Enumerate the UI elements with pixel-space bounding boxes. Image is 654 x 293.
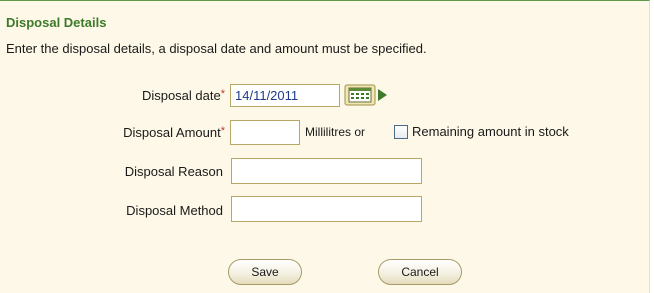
disposal-amount-input[interactable] bbox=[230, 120, 300, 145]
save-button[interactable]: Save bbox=[228, 259, 302, 285]
section-title: Disposal Details bbox=[6, 15, 107, 30]
disposal-amount-label-text: Disposal Amount bbox=[123, 125, 221, 140]
calendar-icon[interactable] bbox=[344, 84, 388, 106]
disposal-method-input[interactable] bbox=[231, 196, 422, 222]
disposal-reason-label: Disposal Reason bbox=[124, 164, 223, 179]
remaining-amount-checkbox[interactable] bbox=[394, 125, 408, 139]
required-marker: * bbox=[220, 88, 225, 100]
remaining-amount-label[interactable]: Remaining amount in stock bbox=[412, 124, 569, 139]
disposal-date-input[interactable] bbox=[230, 84, 340, 107]
cancel-button[interactable]: Cancel bbox=[378, 259, 462, 285]
unit-label: Millilitres or bbox=[305, 125, 365, 139]
disposal-amount-label: Disposal Amount* bbox=[5, 125, 225, 140]
disposal-reason-input[interactable] bbox=[231, 158, 422, 184]
required-marker: * bbox=[220, 125, 225, 137]
disposal-date-label-text: Disposal date bbox=[141, 88, 221, 103]
section-instructions: Enter the disposal details, a disposal d… bbox=[6, 41, 427, 56]
disposal-date-label: Disposal date* bbox=[5, 88, 225, 103]
disposal-method-label: Disposal Method bbox=[126, 203, 223, 218]
disposal-details-panel: Disposal Details Enter the disposal deta… bbox=[0, 0, 650, 293]
